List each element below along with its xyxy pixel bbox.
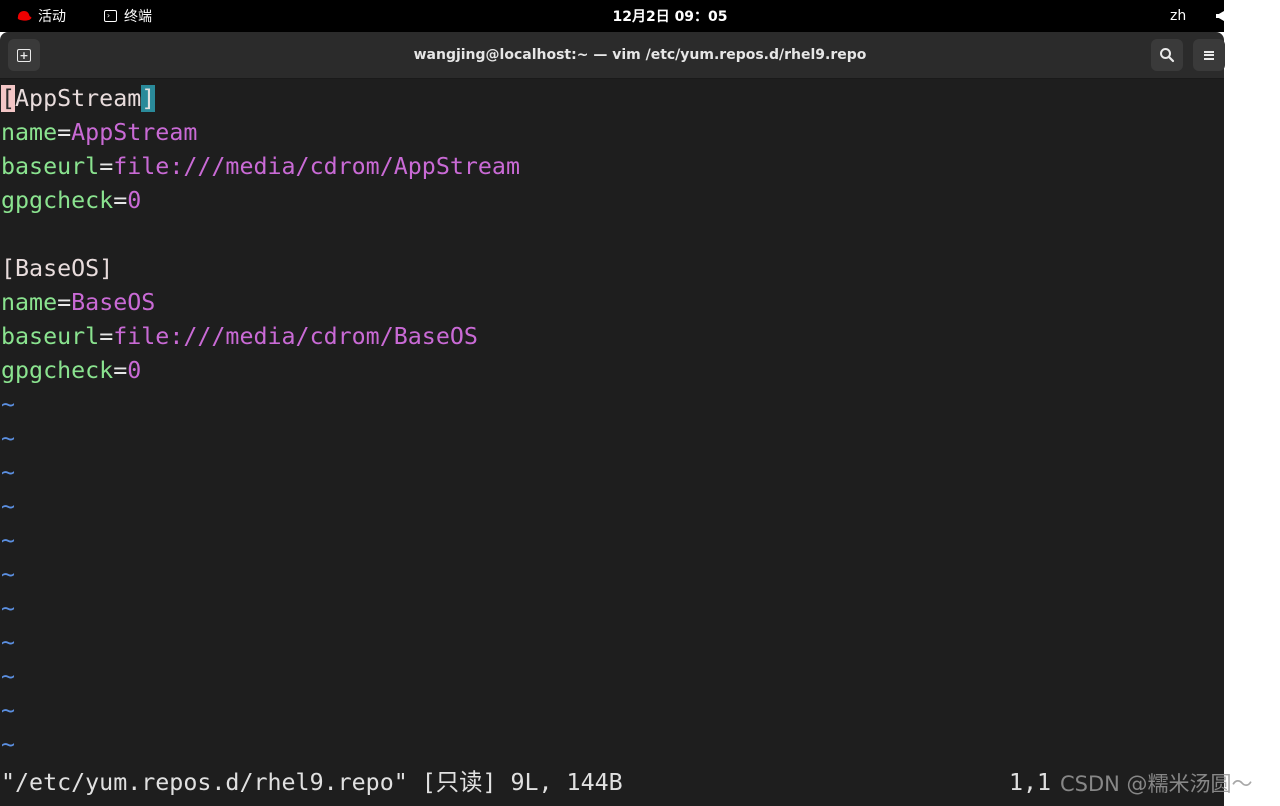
editor-line: [AppStream]: [1, 85, 156, 112]
clock-label: 12月2日 09：05: [612, 9, 728, 25]
empty-line-marker: ~: [1, 391, 16, 418]
cursor: [: [1, 85, 16, 112]
cursor-position: 1,1: [1009, 769, 1052, 796]
editor-line: name=BaseOS: [1, 289, 156, 316]
window-title: wangjing@localhost:~ — vim /etc/yum.repo…: [413, 47, 867, 63]
editor-line: gpgcheck=0: [1, 357, 142, 384]
editor-line: baseurl=file:///media/cdrom/BaseOS: [1, 323, 478, 350]
new-tab-button[interactable]: +: [8, 39, 40, 71]
editor-line: [BaseOS]: [1, 255, 114, 282]
search-icon: [1160, 48, 1175, 63]
new-tab-icon: +: [17, 48, 31, 62]
empty-line-marker: ~: [1, 527, 16, 554]
search-button[interactable]: [1151, 39, 1183, 71]
empty-line-marker: ~: [1, 663, 16, 690]
menu-button[interactable]: [1193, 39, 1225, 71]
editor-line: gpgcheck=0: [1, 187, 142, 214]
empty-line-marker: ~: [1, 425, 16, 452]
empty-line-marker: ~: [1, 629, 16, 656]
empty-line-marker: ~: [1, 459, 16, 486]
terminal-headerbar: wangjing@localhost:~ — vim /etc/yum.repo…: [0, 32, 1225, 79]
terminal-content[interactable]: [AppStream] name=AppStream baseurl=file:…: [0, 79, 1224, 806]
empty-line-marker: ~: [1, 697, 16, 724]
volume-icon[interactable]: [1216, 0, 1224, 32]
input-method-indicator[interactable]: zh: [1170, 0, 1186, 32]
clock[interactable]: 12月2日 09：05: [0, 0, 1280, 32]
empty-line-marker: ~: [1, 561, 16, 588]
editor-line: baseurl=file:///media/cdrom/AppStream: [1, 153, 520, 180]
empty-line-marker: ~: [1, 595, 16, 622]
hamburger-icon: [1204, 50, 1214, 60]
empty-line-marker: ~: [1, 731, 16, 758]
empty-line-marker: ~: [1, 493, 16, 520]
watermark: CSDN @糯米汤圆～: [1060, 772, 1253, 796]
matching-bracket: ]: [141, 85, 156, 112]
lang-label: zh: [1170, 8, 1187, 24]
editor-line: name=AppStream: [1, 119, 198, 146]
vim-status-message: "/etc/yum.repos.d/rhel9.repo" [只读] 9L, 1…: [1, 769, 623, 796]
top-bar: 活动 › 终端 12月2日 09：05 zh: [0, 0, 1224, 32]
